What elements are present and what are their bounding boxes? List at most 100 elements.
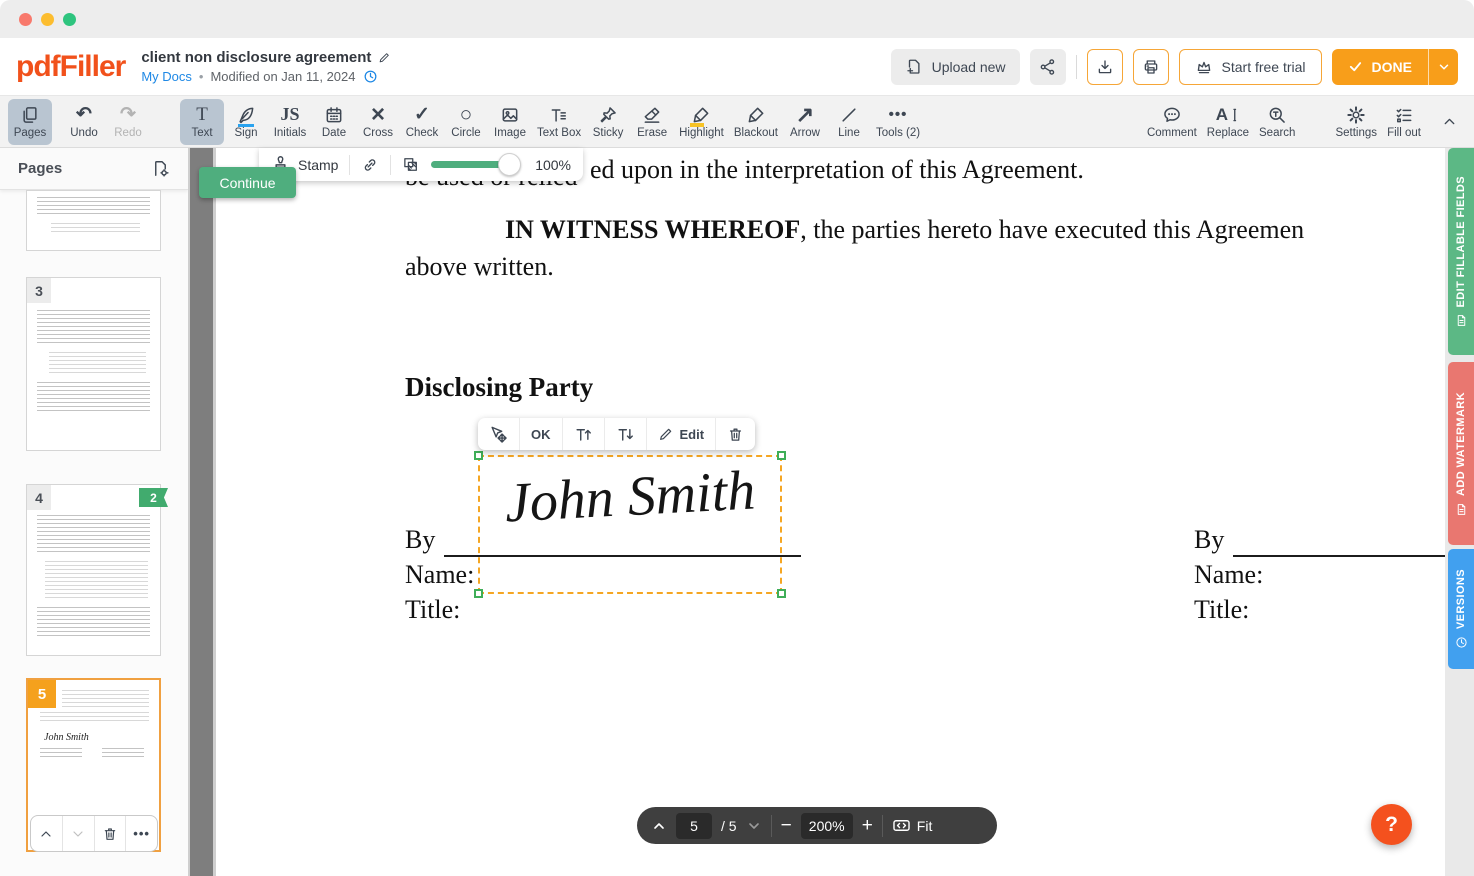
toolbar-highlight-button[interactable]: Highlight [674, 99, 729, 145]
download-button[interactable] [1087, 49, 1123, 85]
pdffiller-logo[interactable]: pdfFiller [16, 50, 125, 84]
edit-signature-button[interactable]: Edit [647, 418, 717, 450]
toolbar-tools-button[interactable]: ••• Tools (2) [871, 99, 925, 145]
toolbar-undo-button[interactable]: ↶ Undo [62, 99, 106, 145]
opacity-icon[interactable] [402, 155, 419, 174]
resize-handle-bottom-right[interactable] [777, 589, 786, 598]
sidebar-title: Pages [18, 160, 62, 177]
minimize-window-button[interactable] [41, 13, 54, 26]
share-icon [1039, 58, 1057, 76]
help-button[interactable]: ? [1371, 804, 1412, 845]
history-clock-icon[interactable] [363, 69, 378, 84]
document-canvas[interactable]: be used or relied ed upon in the interpr… [216, 148, 1445, 876]
edit-title-icon[interactable] [378, 51, 391, 64]
toolbar-redo-button[interactable]: ↷ Redo [106, 99, 150, 145]
toolbar-text-button[interactable]: T Text [180, 99, 224, 145]
move-signature-button[interactable] [478, 418, 520, 450]
total-pages-label: / 5 [721, 818, 737, 834]
toolbar-initials-button[interactable]: JS Initials [268, 99, 312, 145]
opacity-slider[interactable] [431, 161, 511, 168]
toolbar-sticky-button[interactable]: Sticky [586, 99, 630, 145]
line-icon [839, 105, 859, 125]
signature-text[interactable]: John Smith [479, 457, 782, 537]
delete-signature-button[interactable] [716, 418, 755, 450]
more-page-options-button[interactable]: ••• [126, 816, 157, 851]
opacity-slider-knob[interactable] [498, 153, 521, 176]
next-page-icon[interactable] [746, 818, 762, 834]
highlight-yellow-bar [690, 123, 704, 127]
page-4-thumbnail[interactable]: 4 2 [26, 484, 161, 656]
toolbar-erase-button[interactable]: Erase [630, 99, 674, 145]
maximize-window-button[interactable] [63, 13, 76, 26]
main-toolbar: Pages ↶ Undo ↷ Redo T Text Sign JS Initi… [0, 96, 1474, 148]
move-page-up-button[interactable] [31, 816, 63, 851]
done-button[interactable]: DONE [1332, 49, 1428, 85]
toolbar-arrow-button[interactable]: ↗ Arrow [783, 99, 827, 145]
increase-signature-size-button[interactable] [563, 418, 605, 450]
close-window-button[interactable] [19, 13, 32, 26]
toolbar-fillout-button[interactable]: Fill out [1382, 99, 1426, 145]
move-page-down-button[interactable] [63, 816, 95, 851]
modified-date: Modified on Jan 11, 2024 [210, 69, 355, 84]
signature-toolbar: OK Edit [478, 418, 755, 450]
versions-tab[interactable]: VERSIONS [1448, 549, 1474, 669]
done-button-group: DONE [1332, 49, 1458, 85]
decrease-signature-size-button[interactable] [605, 418, 647, 450]
toolbar-image-button[interactable]: Image [488, 99, 532, 145]
page-settings-icon[interactable] [151, 159, 170, 178]
print-button[interactable] [1133, 49, 1169, 85]
start-free-trial-button[interactable]: Start free trial [1179, 49, 1322, 85]
page-4-annotation-badge[interactable]: 2 [139, 488, 168, 507]
continue-button[interactable]: Continue [199, 167, 296, 198]
disclosing-party-heading: Disclosing Party [405, 372, 593, 403]
resize-handle-bottom-left[interactable] [474, 589, 483, 598]
current-page-input[interactable]: 5 [676, 813, 712, 839]
my-docs-link[interactable]: My Docs [141, 69, 192, 84]
title-label-left: Title: [405, 595, 460, 625]
signature-line-right [1233, 555, 1445, 557]
document-title-block: client non disclosure agreement My Docs … [141, 49, 391, 84]
add-watermark-tab[interactable]: ADD WATERMARK [1448, 362, 1474, 545]
done-dropdown-button[interactable] [1428, 49, 1458, 85]
delete-page-button[interactable] [95, 816, 127, 851]
toolbar-settings-button[interactable]: Settings [1330, 99, 1382, 145]
toolbar-comment-button[interactable]: Comment [1142, 99, 1202, 145]
resize-handle-top-left[interactable] [474, 451, 483, 460]
collapse-toolbar-button[interactable] [1432, 102, 1466, 142]
edit-fillable-fields-tab[interactable]: EDIT FILLABLE FIELDS [1448, 148, 1474, 355]
toolbar-replace-button[interactable]: A Replace [1202, 99, 1254, 145]
zoom-level-input[interactable]: 200% [801, 813, 853, 839]
signature-selection-box[interactable]: John Smith [478, 455, 782, 594]
page-2-thumbnail[interactable] [26, 190, 161, 251]
toolbar-textbox-button[interactable]: Text Box [532, 99, 586, 145]
by-label-left: By [405, 525, 435, 555]
toolbar-cross-button[interactable]: × Cross [356, 99, 400, 145]
initials-icon: JS [280, 104, 299, 125]
share-button[interactable] [1030, 49, 1066, 85]
toolbar-search-button[interactable]: Search [1254, 99, 1300, 145]
zoom-out-button[interactable]: − [781, 817, 792, 835]
fit-to-width-button[interactable]: Fit [892, 816, 933, 835]
toolbar-sign-button[interactable]: Sign [224, 99, 268, 145]
name-label-right: Name: [1194, 560, 1263, 590]
text-size-down-icon [616, 425, 635, 444]
toolbar-blackout-button[interactable]: Blackout [729, 99, 783, 145]
previous-page-icon[interactable] [651, 818, 667, 834]
toolbar-pages-button[interactable]: Pages [8, 99, 52, 145]
toolbar-date-button[interactable]: Date [312, 99, 356, 145]
versions-label: VERSIONS [1455, 569, 1467, 629]
resize-handle-top-right[interactable] [777, 451, 786, 460]
zoom-in-button[interactable]: + [862, 817, 873, 835]
toolbar-divider [390, 155, 391, 175]
toolbar-line-button[interactable]: Line [827, 99, 871, 145]
document-text-line: above written. [405, 252, 554, 282]
upload-new-button[interactable]: Upload new [891, 49, 1020, 85]
signature-ok-button[interactable]: OK [520, 418, 563, 450]
toolbar-divider [349, 155, 350, 175]
pages-sidebar: Pages 3 4 2 5 John Smith [0, 148, 188, 876]
page-3-thumbnail[interactable]: 3 [26, 277, 161, 451]
toolbar-check-button[interactable]: ✓ Check [400, 99, 444, 145]
toolbar-circle-button[interactable]: ○ Circle [444, 99, 488, 145]
link-icon[interactable] [361, 155, 379, 175]
text-icon: T [196, 104, 208, 125]
